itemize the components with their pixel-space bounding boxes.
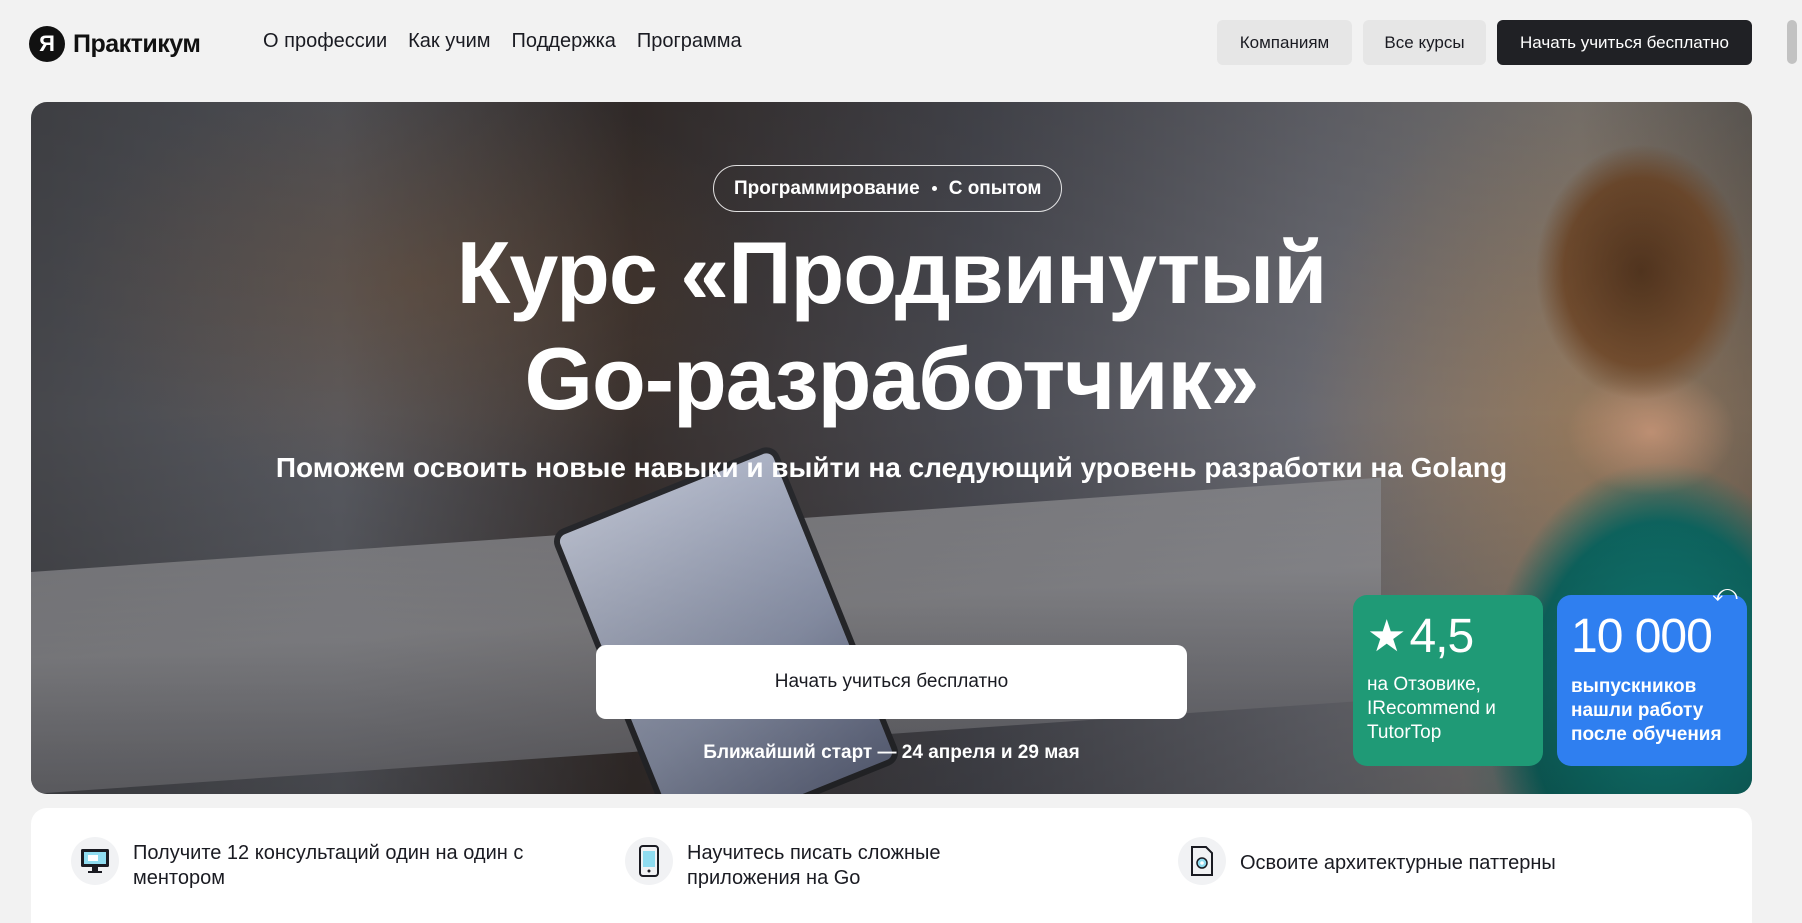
rating-value: 4,5: [1409, 610, 1474, 663]
start-dates: Ближайший старт — 24 апреля и 29 мая: [703, 742, 1080, 763]
course-title-line-2: Go-разработчик»: [524, 329, 1260, 428]
feature-text: Освоите архитектурные паттерны: [1240, 852, 1556, 874]
nav-link-about[interactable]: О профессии: [263, 30, 387, 53]
page-scrollbar[interactable]: [1782, 0, 1802, 923]
tag-separator-dot: [931, 186, 937, 191]
feature-text: Научитесь писать сложные приложения на G…: [687, 842, 941, 889]
feature-item: Освоите архитектурные паттерны: [1178, 837, 1640, 885]
course-tag: Программирование С опытом: [713, 165, 1063, 212]
rating-card: ★ 4,5 на Отзовике, IRecommend и TutorTop: [1353, 595, 1543, 766]
hero-banner: Программирование С опытом Курс «Продвину…: [31, 102, 1752, 794]
tag-category: Программирование: [734, 177, 920, 199]
hero-content: Программирование С опытом Курс «Продвину…: [31, 102, 1752, 794]
rating-caption: на Отзовике, IRecommend и TutorTop: [1367, 674, 1496, 743]
feature-item: Научитесь писать сложные приложения на G…: [625, 837, 987, 891]
logo[interactable]: Я Практикум: [29, 26, 201, 62]
graduates-caption: выпускников нашли работу после обучения: [1571, 676, 1722, 745]
nav-link-support[interactable]: Поддержка: [512, 30, 616, 53]
graduates-value: 10 000: [1571, 610, 1713, 663]
graduates-card: 10 000 выпускников нашли работу после об…: [1557, 595, 1747, 766]
header-start-free-button[interactable]: Начать учиться бесплатно: [1497, 20, 1752, 65]
tag-level: С опытом: [948, 177, 1042, 199]
monitor-icon: [71, 837, 119, 885]
phone-app-icon: [625, 837, 673, 885]
all-courses-button[interactable]: Все курсы: [1363, 20, 1486, 65]
logo-text: Практикум: [73, 29, 201, 58]
course-subtitle: Поможем освоить новые навыки и выйти на …: [275, 452, 1508, 483]
document-gear-icon: [1178, 837, 1226, 885]
feature-item: Получите 12 консультаций один на один с …: [71, 837, 533, 891]
main-nav: О профессии Как учим Поддержка Программа: [263, 30, 742, 53]
site-header: Я Практикум О профессии Как учим Поддерж…: [0, 0, 1782, 88]
companies-button[interactable]: Компаниям: [1217, 20, 1352, 65]
features-panel: Получите 12 консультаций один на один с …: [31, 808, 1752, 923]
course-title: Курс «Продвинутый Go-разработчик»: [31, 220, 1752, 432]
course-title-line-1: Курс «Продвинутый: [456, 223, 1328, 322]
star-icon: ★: [1367, 612, 1406, 661]
nav-link-how-we-teach[interactable]: Как учим: [408, 30, 490, 53]
hero-start-free-button[interactable]: Начать учиться бесплатно: [596, 645, 1187, 719]
nav-link-program[interactable]: Программа: [637, 30, 742, 53]
header-actions: Компаниям Все курсы Начать учиться беспл…: [1217, 20, 1752, 65]
scrollbar-thumb[interactable]: [1787, 20, 1797, 64]
feature-text: Получите 12 консультаций один на один с …: [133, 842, 524, 889]
rotate-arrow-icon[interactable]: ⤺: [1711, 580, 1739, 608]
yandex-logo-icon: Я: [29, 26, 65, 62]
